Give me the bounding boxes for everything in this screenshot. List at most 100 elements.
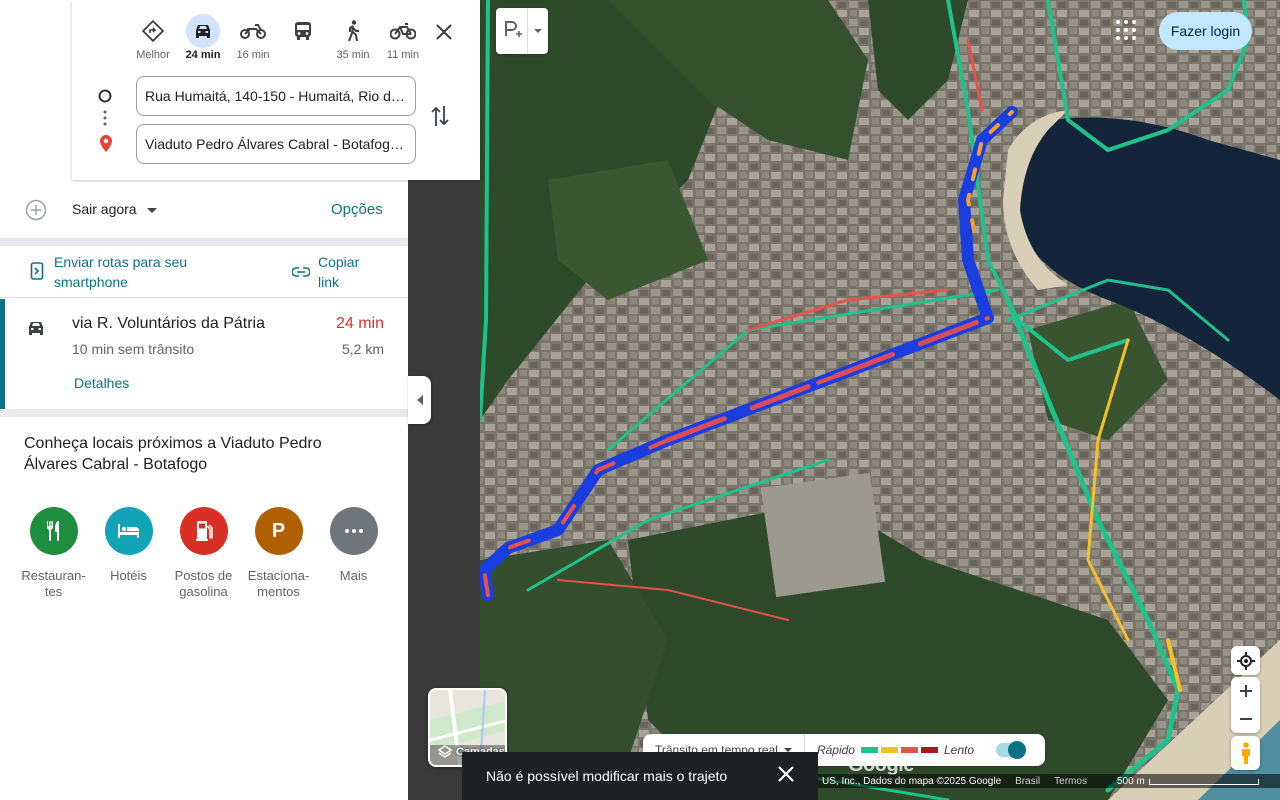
origin-value: Rua Humaitá, 140-150 - Humaitá, Rio de J… (145, 88, 407, 104)
category-label: Hotéis (110, 568, 147, 583)
swap-waypoints-button[interactable] (430, 104, 450, 133)
motorcycle-icon (236, 14, 270, 48)
close-icon (436, 24, 452, 40)
snackbar-text: Não é possível modificar mais o trajeto (486, 768, 728, 784)
origin-circle-icon (98, 89, 112, 108)
sign-in-button[interactable]: Fazer login (1159, 12, 1252, 50)
gas-station-icon (179, 507, 228, 555)
hotel-icon (104, 507, 153, 555)
selected-route-indicator (0, 299, 5, 409)
mode-car[interactable]: 24 min (178, 14, 228, 61)
plus-icon (1239, 685, 1252, 697)
depart-time-label: Sair agora (72, 201, 137, 217)
nearby-title: Conheça locais próximos a Viaduto Pedro … (24, 435, 322, 473)
close-directions-button[interactable] (430, 18, 458, 46)
panel-top-left (0, 0, 72, 180)
satellite-map-image (408, 0, 1280, 800)
route-details-button[interactable]: Detalhes (74, 373, 129, 393)
mode-transit[interactable] (278, 14, 328, 61)
destination-value: Viaduto Pedro Álvares Cabral - Botafogo,… (145, 136, 407, 152)
mode-walk[interactable]: 35 min (328, 14, 378, 61)
street-view-pegman-button[interactable] (1231, 736, 1260, 770)
category-label: Postos de gasolina (174, 568, 233, 599)
route-via: via R. Voluntários da Pátria (72, 315, 265, 332)
car-icon (26, 319, 46, 342)
close-icon (778, 766, 794, 782)
minus-icon (1239, 718, 1252, 720)
route-duration: 24 min (335, 315, 384, 332)
traffic-slow-label: Lento (943, 743, 974, 757)
scale-bar (1148, 779, 1259, 785)
walk-icon (336, 14, 370, 48)
travel-mode-selector: Melhor 24 min 16 min 35 min 11 min (128, 14, 428, 61)
scale-label: 500 m (1116, 775, 1145, 787)
swap-icon (431, 106, 449, 126)
origin-input[interactable]: Rua Humaitá, 140-150 - Humaitá, Rio de J… (136, 76, 416, 116)
nearby-categories: Restauran-tes Hotéis Postos de gasolina … (16, 507, 391, 600)
mode-label: 11 min (386, 49, 420, 61)
map-data-credit: US, Inc., Dados do mapa ©2025 Google (822, 775, 1002, 787)
car-icon (186, 14, 220, 48)
parking-filter-button[interactable] (496, 8, 548, 54)
parking-directions-icon (504, 20, 524, 43)
snackbar-close-button[interactable] (778, 766, 794, 785)
map-attribution: US, Inc., Dados do mapa ©2025 Google Bra… (818, 774, 1280, 788)
traffic-toggle[interactable] (996, 741, 1026, 759)
restaurant-icon (29, 507, 78, 555)
route-distance: 5,2 km (341, 341, 384, 357)
mode-motorcycle[interactable]: 16 min (228, 14, 278, 61)
depart-time-dropdown[interactable]: Sair agora (72, 201, 157, 217)
zoom-in-button[interactable] (1239, 677, 1252, 705)
zoom-controls (1231, 677, 1260, 733)
chevron-left-icon (416, 395, 423, 405)
options-button[interactable]: Opções (331, 200, 383, 220)
section-divider (0, 238, 408, 246)
destination-input[interactable]: Viaduto Pedro Álvares Cabral - Botafogo,… (136, 124, 416, 164)
traffic-color-scale (860, 747, 938, 753)
link-icon (291, 264, 311, 282)
category-label: Mais (339, 568, 368, 583)
mode-label: 24 min (185, 49, 221, 61)
mode-best[interactable]: Melhor (128, 14, 178, 61)
category-more[interactable]: Mais (316, 507, 391, 600)
region-link[interactable]: Brasil (1015, 776, 1040, 787)
mode-bicycle[interactable]: 11 min (378, 14, 428, 61)
category-label: Estaciona-mentos (247, 568, 310, 599)
directions-search-card: Melhor 24 min 16 min 35 min 11 min Rua H… (72, 0, 480, 180)
parking-icon: P (254, 507, 303, 555)
phone-send-icon (30, 262, 44, 285)
chevron-down-icon (146, 201, 157, 217)
zoom-out-button[interactable] (1239, 705, 1252, 733)
mode-label: Melhor (136, 49, 170, 61)
destination-pin-icon (100, 135, 112, 157)
my-location-icon (1236, 651, 1255, 670)
bicycle-icon (386, 14, 420, 48)
map-canvas[interactable] (408, 0, 1280, 800)
share-row: Enviar rotas para seu smartphone Copiar … (0, 246, 408, 298)
parking-dropdown-chevron-icon[interactable] (527, 8, 542, 54)
send-to-phone-link[interactable]: Enviar rotas para seu smartphone (54, 252, 224, 292)
my-location-button[interactable] (1231, 646, 1260, 675)
more-icon (329, 507, 378, 555)
snackbar-message: Não é possível modificar mais o trajeto (462, 752, 818, 800)
pegman-icon (1241, 742, 1250, 764)
category-restaurants[interactable]: Restauran-tes (16, 507, 91, 600)
terms-link[interactable]: Termos (1054, 776, 1087, 787)
route-no-traffic-time: 10 min sem trânsito (72, 341, 195, 357)
mode-label: 35 min (336, 49, 370, 61)
section-divider (0, 409, 408, 417)
category-hotels[interactable]: Hotéis (91, 507, 166, 600)
collapse-panel-button[interactable] (408, 376, 431, 424)
category-label: Restauran-tes (21, 568, 86, 599)
add-stop-icon[interactable] (25, 199, 47, 226)
category-parking[interactable]: P Estaciona-mentos (241, 507, 316, 600)
category-gas-stations[interactable]: Postos de gasolina (166, 507, 241, 600)
best-route-icon (136, 14, 170, 48)
google-apps-icon[interactable] (1112, 16, 1140, 44)
route-option[interactable]: via R. Voluntários da Pátria 24 min 10 m… (0, 299, 408, 409)
transit-icon (286, 14, 320, 48)
mode-label: 16 min (236, 49, 270, 61)
depart-row: Sair agora Opções (0, 190, 408, 230)
copy-link-button[interactable]: Copiar link (318, 252, 378, 292)
layers-icon (438, 745, 452, 758)
